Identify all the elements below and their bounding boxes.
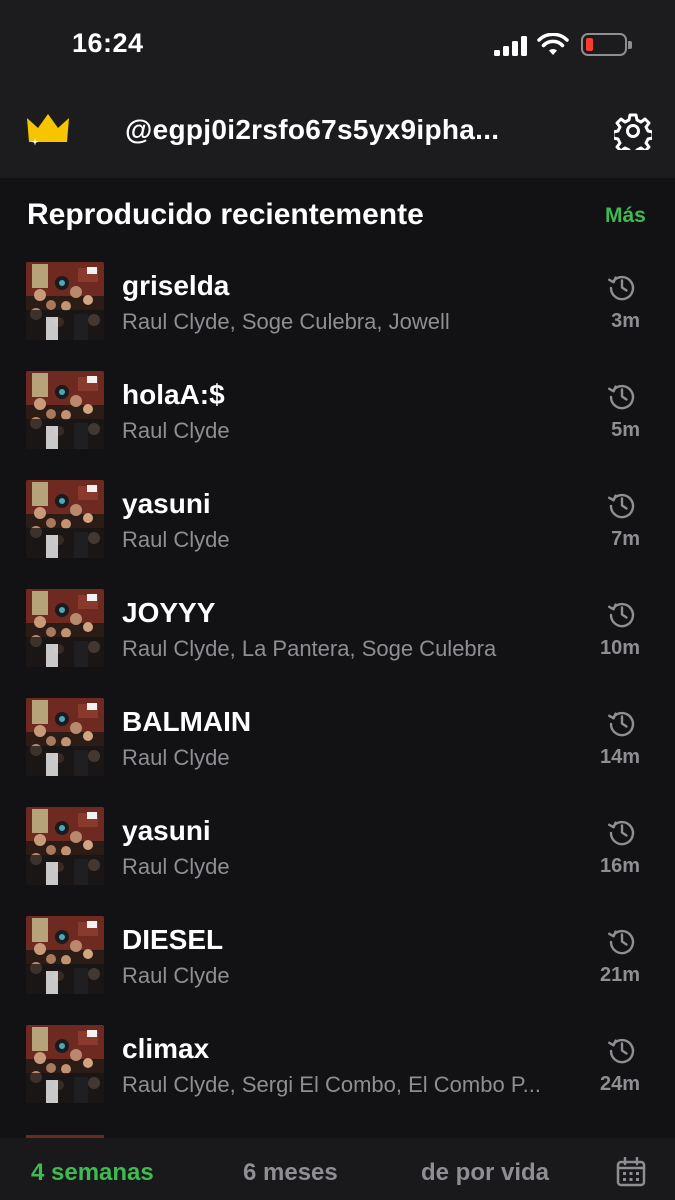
more-link[interactable]: Más xyxy=(605,204,646,228)
time-range-tabs: 4 semanas 6 meses de por vida xyxy=(0,1138,675,1200)
track-title: BALMAIN xyxy=(122,706,252,737)
album-cover xyxy=(26,371,104,449)
played-ago: 7m xyxy=(611,528,640,550)
album-cover xyxy=(26,480,104,558)
history-icon xyxy=(607,490,637,520)
track-title: yasuni xyxy=(122,488,211,519)
track-title: JOYYY xyxy=(122,597,216,628)
track-row[interactable]: DIESEL Raul Clyde 21m xyxy=(0,916,675,1025)
track-title: climax xyxy=(122,1033,210,1064)
history-icon xyxy=(607,817,637,847)
cellular-signal-icon xyxy=(494,36,528,56)
status-time: 16:24 xyxy=(72,28,144,58)
username: @egpj0i2rsfo67s5yx9ipha... xyxy=(125,114,500,145)
wifi-icon xyxy=(537,33,569,55)
calendar-icon[interactable] xyxy=(616,1157,646,1187)
track-row[interactable]: yasuni Raul Clyde 7m xyxy=(0,480,675,589)
gear-icon[interactable] xyxy=(614,112,652,150)
track-artists: Raul Clyde xyxy=(122,745,230,770)
track-row[interactable]: yasuni Raul Clyde 16m xyxy=(0,807,675,916)
album-cover xyxy=(26,1025,104,1103)
track-row[interactable]: BALMAIN Raul Clyde 14m xyxy=(0,698,675,807)
history-icon xyxy=(607,272,637,302)
album-cover xyxy=(26,698,104,776)
track-artists: Raul Clyde xyxy=(122,854,230,879)
album-cover xyxy=(26,807,104,885)
track-row[interactable]: holaA:$ Raul Clyde 5m xyxy=(0,371,675,480)
played-ago: 5m xyxy=(611,419,640,441)
tab-6-months[interactable]: 6 meses xyxy=(243,1159,338,1187)
history-icon xyxy=(607,708,637,738)
history-icon xyxy=(607,599,637,629)
track-row[interactable]: climax Raul Clyde, Sergi El Combo, El Co… xyxy=(0,1025,675,1134)
played-ago: 10m xyxy=(599,637,640,659)
played-ago: 14m xyxy=(599,746,640,768)
track-artists: Raul Clyde xyxy=(122,963,230,988)
track-row[interactable]: griselda Raul Clyde, Soge Culebra, Jowel… xyxy=(0,262,675,371)
track-title: griselda xyxy=(122,270,230,301)
crown-icon[interactable] xyxy=(26,112,70,148)
album-cover xyxy=(26,262,104,340)
track-artists: Raul Clyde xyxy=(122,418,230,443)
track-artists: Raul Clyde, La Pantera, Soge Culebra xyxy=(122,636,497,661)
track-title: yasuni xyxy=(122,815,211,846)
album-cover xyxy=(26,916,104,994)
track-title: holaA:$ xyxy=(122,379,225,410)
track-artists: Raul Clyde, Sergi El Combo, El Combo P..… xyxy=(122,1072,541,1097)
track-artists: Raul Clyde, Soge Culebra, Jowell xyxy=(122,309,450,334)
played-ago: 3m xyxy=(611,310,640,332)
track-artists: Raul Clyde xyxy=(122,527,230,552)
played-ago: 24m xyxy=(599,1073,640,1095)
history-icon xyxy=(607,1035,637,1065)
tab-lifetime[interactable]: de por vida xyxy=(421,1159,549,1187)
history-icon xyxy=(607,926,637,956)
profile-header: @egpj0i2rsfo67s5yx9ipha... xyxy=(0,92,675,178)
section-title: Reproducido recientemente xyxy=(27,198,424,231)
history-icon xyxy=(607,381,637,411)
track-row[interactable]: JOYYY Raul Clyde, La Pantera, Soge Culeb… xyxy=(0,589,675,698)
status-bar: 16:24 xyxy=(0,0,675,92)
played-ago: 21m xyxy=(599,964,640,986)
tab-4-weeks[interactable]: 4 semanas xyxy=(31,1159,154,1187)
battery-icon xyxy=(581,33,632,56)
track-title: DIESEL xyxy=(122,924,224,955)
album-cover xyxy=(26,589,104,667)
played-ago: 16m xyxy=(599,855,640,877)
